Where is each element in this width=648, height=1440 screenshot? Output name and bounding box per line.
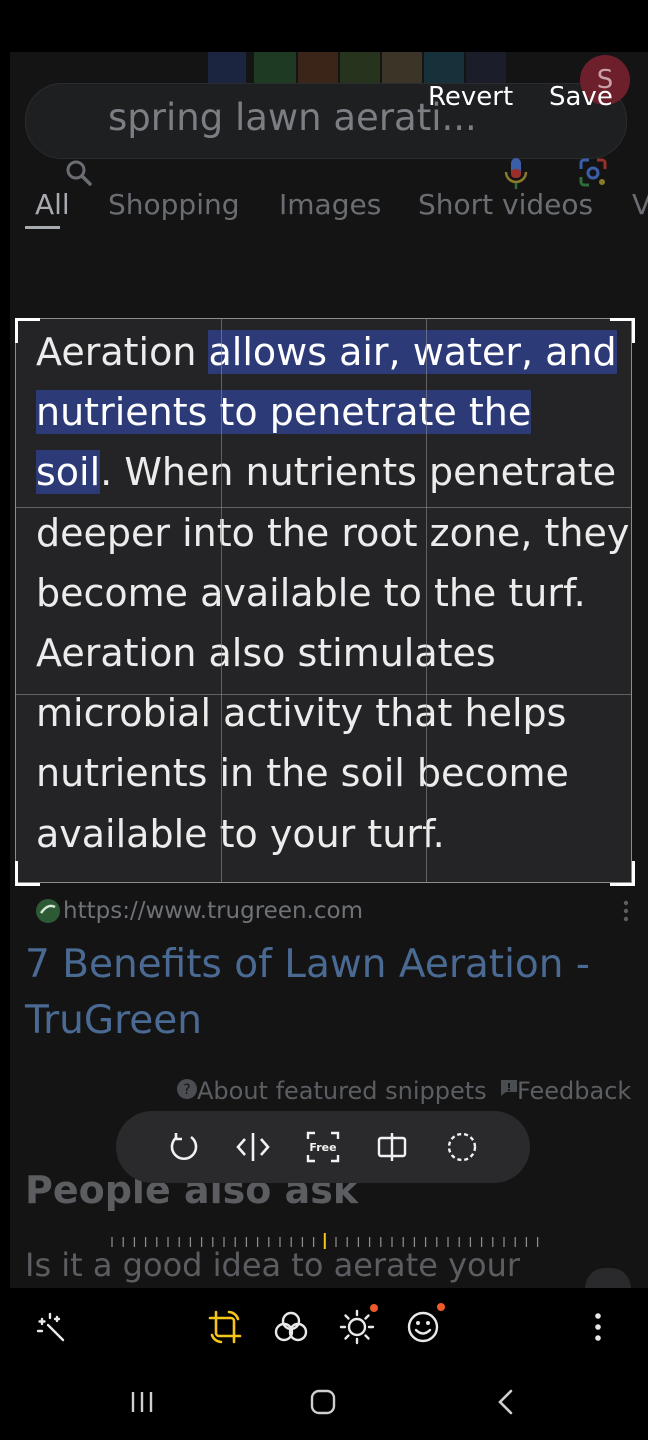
lens-icon	[579, 158, 607, 187]
revert-button[interactable]: Revert	[428, 82, 513, 112]
auto-enhance-icon[interactable]	[33, 1309, 69, 1345]
tab-shopping: Shopping	[108, 188, 240, 221]
tab-underline	[25, 226, 60, 229]
flip-icon[interactable]	[234, 1128, 272, 1166]
tab-short-videos: Short videos	[418, 188, 594, 221]
search-icon	[66, 160, 92, 186]
filters-icon[interactable]	[273, 1309, 309, 1345]
editor-toolbar	[0, 1288, 648, 1368]
feedback-icon	[501, 1080, 517, 1096]
notification-dot	[370, 1304, 378, 1312]
site-favicon-icon	[36, 899, 60, 923]
feedback-link: Feedback	[517, 1077, 632, 1105]
back-icon[interactable]	[494, 1388, 518, 1416]
help-icon: ?	[177, 1079, 197, 1099]
tab-all: All	[35, 188, 70, 221]
recent-apps-icon[interactable]	[128, 1388, 158, 1416]
search-query-text: spring lawn aerati...	[108, 96, 477, 139]
crop-frame	[15, 318, 632, 883]
result-title: 7 Benefits of Lawn Aeration - TruGreen	[25, 942, 590, 1043]
crop-handle-top-right[interactable]	[610, 318, 635, 343]
crop-handle-bottom-left[interactable]	[15, 861, 40, 886]
crop-handle-top-left[interactable]	[15, 318, 40, 343]
question-text: Is it a good idea to aerate your	[25, 1246, 521, 1284]
tab-videos: V	[632, 188, 648, 221]
brightness-icon[interactable]	[339, 1309, 375, 1345]
tab-images: Images	[279, 188, 382, 221]
stickers-icon[interactable]	[405, 1309, 441, 1345]
source-url: https://www.trugreen.com	[63, 898, 363, 924]
save-button[interactable]: Save	[549, 82, 613, 112]
more-icon[interactable]	[580, 1309, 616, 1345]
rotation-ruler[interactable]	[110, 1233, 540, 1249]
crop-handle-bottom-right[interactable]	[610, 861, 635, 886]
more-options-icon	[623, 900, 629, 922]
notification-dot	[437, 1303, 445, 1311]
svg-text:Free: Free	[309, 1141, 336, 1154]
microphone-icon	[504, 158, 528, 189]
lasso-select-icon[interactable]	[443, 1128, 481, 1166]
home-icon[interactable]	[308, 1387, 338, 1417]
free-aspect-icon[interactable]: Free	[304, 1128, 342, 1166]
rotate-icon[interactable]	[165, 1128, 203, 1166]
about-featured-snippets: About featured snippets	[197, 1077, 487, 1105]
crop-rotate-icon[interactable]	[207, 1309, 243, 1345]
svg-text:?: ?	[183, 1082, 190, 1098]
split-icon[interactable]	[373, 1128, 411, 1166]
